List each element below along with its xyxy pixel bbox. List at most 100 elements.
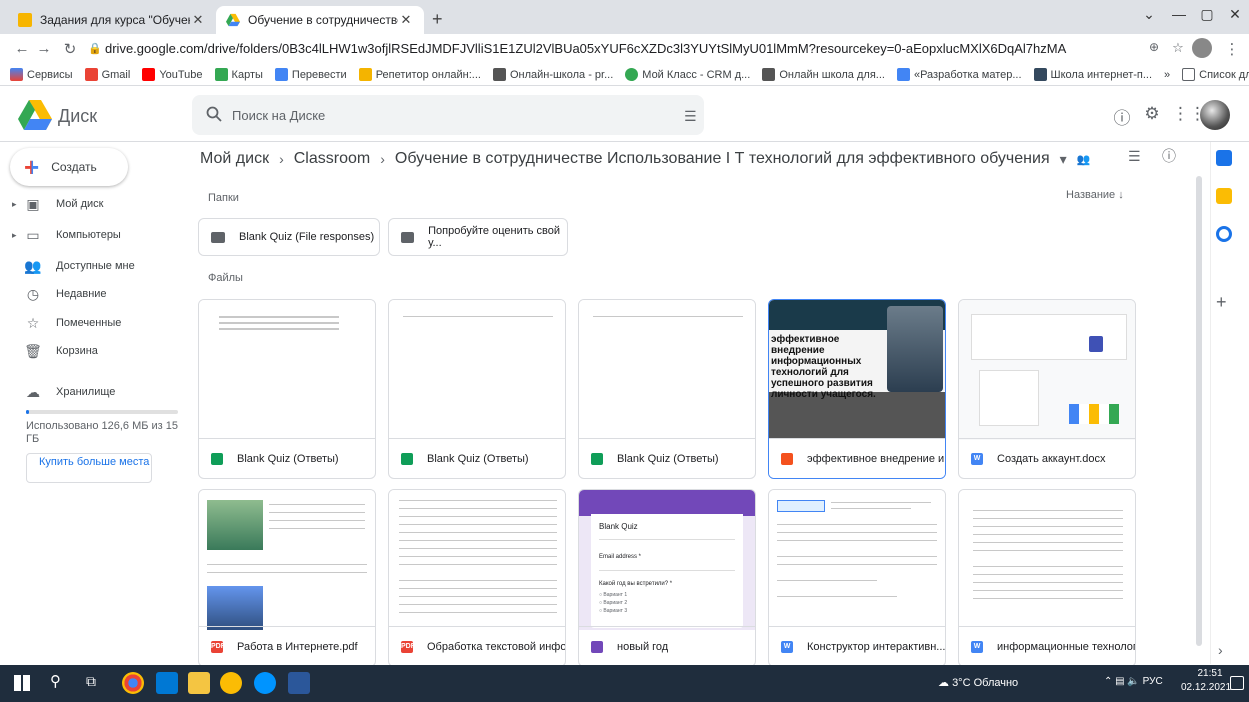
settings-gear-icon[interactable]: ⚙ <box>1140 104 1164 124</box>
drive-icon: ▣ <box>26 196 40 212</box>
create-button[interactable]: + Создать <box>10 148 128 186</box>
bookmark-school[interactable]: Онлайн-школа - pr... <box>492 68 613 81</box>
clock-date[interactable]: 02.12.2021 <box>1180 682 1232 693</box>
chevron-down-icon[interactable]: ▾ <box>1060 151 1067 168</box>
close-window-icon[interactable]: ✕ <box>1220 6 1249 23</box>
browser-tab-2[interactable]: Обучение в сотрудничестве Ис ✕ <box>216 6 424 34</box>
drive-logo-icon[interactable] <box>18 100 52 130</box>
bookmark-maps[interactable]: Карты <box>214 68 263 81</box>
search-input[interactable] <box>232 103 652 127</box>
apps-grid-icon[interactable]: ⋮⋮ <box>1172 104 1206 124</box>
file-card[interactable]: эффективное внедрение информационных тех… <box>768 299 946 479</box>
close-tab-icon[interactable]: ✕ <box>190 12 206 28</box>
bookmark-razrabotka[interactable]: «Разработка матер... <box>896 68 1022 81</box>
task-view-icon[interactable]: ⧉ <box>86 673 96 690</box>
reload-icon[interactable]: ↻ <box>60 40 80 58</box>
breadcrumb-current-folder[interactable]: Обучение в сотрудничестве Использование … <box>395 150 1050 168</box>
bookmark-youtube[interactable]: YouTube <box>142 68 203 81</box>
sidebar-item-label: Хранилище <box>56 386 116 398</box>
list-view-icon[interactable]: ☰ <box>1128 148 1141 165</box>
buy-storage-button[interactable]: Купить больше места <box>26 453 152 483</box>
sort-by-name[interactable]: Название ↓ <box>1066 189 1124 201</box>
shared-folder-icon <box>211 231 225 243</box>
forward-icon[interactable]: → <box>34 40 54 57</box>
file-label: Обработка текстовой инфо... <box>427 640 565 653</box>
back-icon[interactable]: ← <box>12 40 32 57</box>
skype-icon[interactable] <box>254 672 276 694</box>
drive-app-icon[interactable] <box>220 672 242 694</box>
more-bookmarks-icon[interactable]: » <box>1164 69 1170 81</box>
file-card[interactable]: Blank Quiz (Ответы) <box>388 299 566 479</box>
account-avatar[interactable] <box>1200 100 1230 130</box>
sidebar-item-shared[interactable]: 👥 Доступные мне <box>12 254 182 278</box>
file-card[interactable]: Blank Quiz Email address * Какой год вы … <box>578 489 756 667</box>
bookmark-gmail[interactable]: Gmail <box>84 68 130 81</box>
folder-item[interactable]: Blank Quiz (File responses) <box>198 218 380 256</box>
keep-icon[interactable] <box>1216 188 1232 204</box>
windows-start-icon[interactable] <box>14 675 30 691</box>
new-tab-icon[interactable]: + <box>432 9 443 30</box>
chrome-icon[interactable] <box>122 672 144 694</box>
folder-item[interactable]: Попробуйте оценить свой у... <box>388 218 568 256</box>
browser-tab-1[interactable]: Задания для курса "Обучение и ✕ <box>8 6 216 34</box>
profile-avatar[interactable] <box>1192 38 1212 58</box>
sidebar-item-recent[interactable]: ◷ Недавние <box>12 282 182 306</box>
bookmark-internet-school[interactable]: Школа интернет-п... <box>1033 68 1152 81</box>
file-card[interactable]: Blank Quiz (Ответы) <box>198 299 376 479</box>
weather-widget[interactable]: ☁ 3°C Облачно <box>938 676 1018 689</box>
tab-search-icon[interactable]: ⌄ <box>1134 6 1164 23</box>
expand-panel-icon[interactable]: › <box>1218 642 1223 658</box>
minimize-icon[interactable]: — <box>1164 6 1194 22</box>
search-icon[interactable]: ⚲ <box>50 672 61 690</box>
file-explorer-icon[interactable] <box>188 672 210 694</box>
sidebar-item-starred[interactable]: ☆ Помеченные <box>12 311 182 335</box>
reading-list[interactable]: Список для чтения <box>1182 68 1249 81</box>
expand-icon[interactable]: ▸ <box>12 199 24 210</box>
search-icon[interactable] <box>206 106 222 122</box>
file-label: Работа в Интернете.pdf <box>237 640 358 653</box>
sheets-icon <box>591 452 603 465</box>
add-addon-icon[interactable]: + <box>1216 292 1227 313</box>
maximize-icon[interactable]: ▢ <box>1192 6 1222 23</box>
info-icon[interactable]: ⓘ <box>1162 146 1176 166</box>
bookmark-apps[interactable]: Сервисы <box>10 68 73 81</box>
breadcrumb-my-drive[interactable]: Мой диск <box>200 150 269 168</box>
maps-icon <box>214 68 228 81</box>
sidebar-item-my-drive[interactable]: ▸ ▣ Мой диск <box>12 192 182 216</box>
notifications-icon[interactable] <box>1230 676 1244 690</box>
sidebar-item-storage[interactable]: ☁ Хранилище <box>12 380 182 404</box>
bookmark-school2[interactable]: Онлайн школа для... <box>762 68 885 81</box>
file-card[interactable]: PDF Работа в Интернете.pdf <box>198 489 376 667</box>
apps-grid-icon <box>10 68 23 81</box>
bookmark-tutor[interactable]: Репетитор онлайн:... <box>358 68 481 81</box>
bookmark-translate[interactable]: Перевести <box>274 68 347 81</box>
sidebar-item-computers[interactable]: ▸ ▭ Компьютеры <box>12 223 182 247</box>
tasks-icon[interactable] <box>1216 226 1232 242</box>
search-options-icon[interactable]: ☰ <box>684 108 697 125</box>
form-thumbnail: Blank Quiz Email address * Какой год вы … <box>579 490 755 630</box>
system-tray[interactable]: ⌃ ▤ 🔈 РУС <box>1104 676 1163 687</box>
close-tab-icon[interactable]: ✕ <box>398 12 414 28</box>
file-card[interactable]: W Создать аккаунт.docx <box>958 299 1136 479</box>
file-card[interactable]: PDF Обработка текстовой инфо... <box>388 489 566 667</box>
breadcrumb-classroom[interactable]: Classroom <box>294 150 370 168</box>
mk-icon <box>625 68 639 81</box>
plus-icon: + <box>24 152 40 182</box>
zoom-icon[interactable]: ⊕ <box>1144 40 1164 54</box>
sidebar-item-trash[interactable]: 🗑 Корзина <box>12 339 182 363</box>
bookmark-crm[interactable]: Мой Класс - CRM д... <box>625 68 750 81</box>
expand-icon[interactable]: ▸ <box>12 230 24 241</box>
star-bookmark-icon[interactable]: ☆ <box>1168 40 1188 56</box>
menu-icon[interactable]: ⋮ <box>1222 40 1242 58</box>
calendar-icon[interactable] <box>1216 150 1232 166</box>
url-field[interactable]: drive.google.com/drive/folders/0B3c4lLHW… <box>105 38 1195 60</box>
help-icon[interactable]: ⓘ <box>1110 104 1134 129</box>
file-card[interactable]: Wинформационные технолог... <box>958 489 1136 667</box>
clock-time[interactable]: 21:51 <box>1190 668 1230 679</box>
word-icon[interactable] <box>288 672 310 694</box>
file-card[interactable]: Blank Quiz (Ответы) <box>578 299 756 479</box>
store-icon[interactable] <box>156 672 178 694</box>
sheet-thumbnail <box>199 300 375 440</box>
scrollbar[interactable] <box>1196 176 1202 646</box>
file-card[interactable]: W Конструктор интерактивн... <box>768 489 946 667</box>
